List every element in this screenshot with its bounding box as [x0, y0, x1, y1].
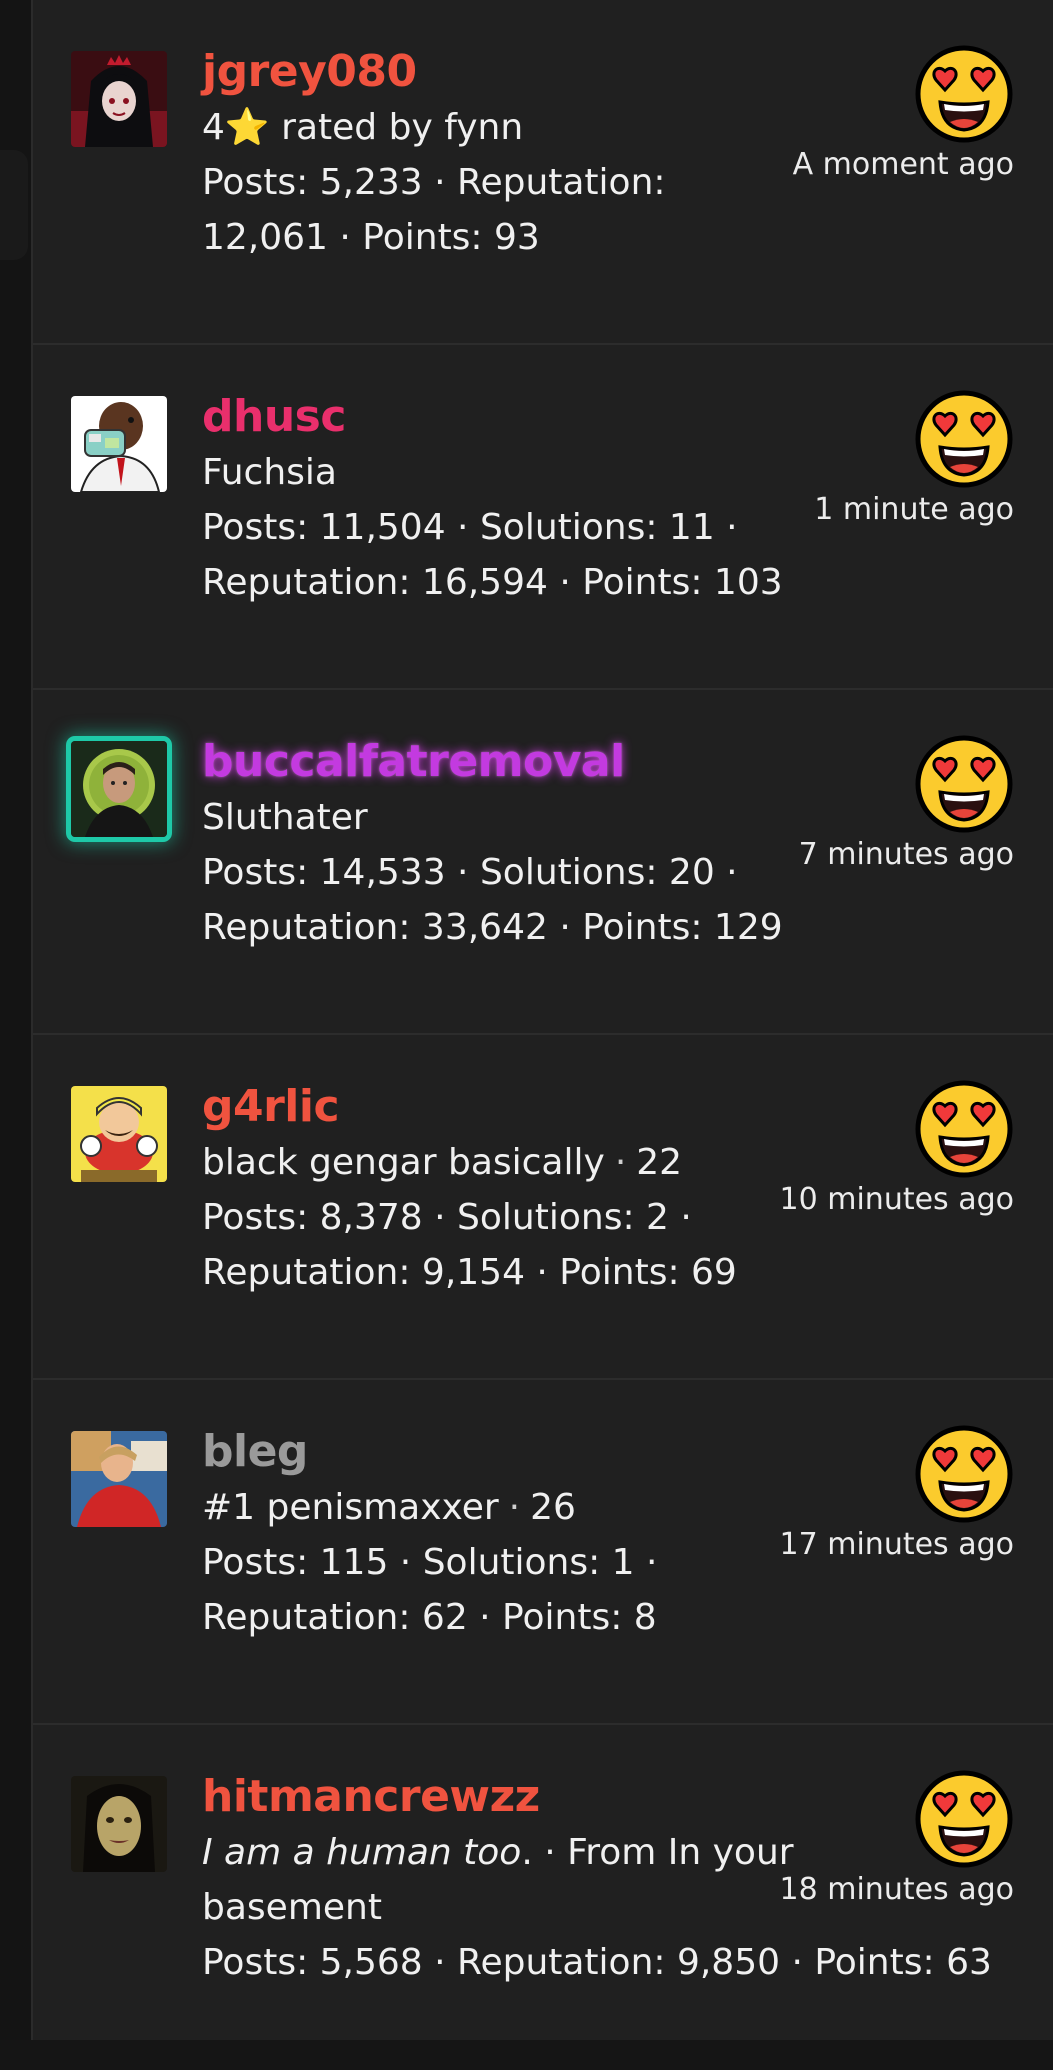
list-item: g4rlic black gengar basically · 22 Posts: …	[33, 1035, 1053, 1380]
user-title: #1 penismaxxer	[202, 1487, 499, 1528]
left-gutter	[0, 0, 31, 2040]
list-item: hitmancrewzz I am a human too. · From In…	[33, 1725, 1053, 2070]
stats-line: Posts: 8,378 · Solutions: 2 ·	[202, 1197, 692, 1238]
username-link[interactable]: bleg	[202, 1424, 802, 1480]
user-location-continued: basement	[202, 1887, 382, 1928]
timestamp[interactable]: 7 minutes ago	[754, 838, 1014, 872]
timestamp[interactable]: 18 minutes ago	[754, 1873, 1014, 1907]
member-info: jgrey080 4⭐ rated by fynn Posts: 5,233 ·…	[202, 44, 802, 265]
user-title: Sluthater	[202, 797, 368, 838]
list-item: bleg #1 penismaxxer · 26 Posts: 115 · Solu…	[33, 1380, 1053, 1725]
user-title-line: #1 penismaxxer · 26	[202, 1480, 802, 1535]
heart-eyes-emoji-icon	[914, 1769, 1014, 1869]
username-link[interactable]: g4rlic	[202, 1079, 802, 1135]
list-item: jgrey080 4⭐ rated by fynn Posts: 5,233 ·…	[33, 0, 1053, 345]
user-age: 22	[636, 1142, 683, 1183]
reaction-column: 7 minutes ago	[754, 734, 1014, 872]
heart-eyes-emoji-icon	[914, 389, 1014, 489]
rating-line: 4⭐ rated by fynn	[202, 100, 802, 155]
user-title: I am a human too	[202, 1832, 522, 1873]
separator-dot: ·	[614, 1142, 627, 1183]
avatar[interactable]	[71, 51, 167, 147]
user-title-line: I am a human too. · From In your	[202, 1825, 802, 1880]
star-icon: ⭐	[224, 107, 270, 148]
stats-line: Reputation: 62 · Points: 8	[202, 1597, 657, 1638]
reaction-column: 17 minutes ago	[754, 1424, 1014, 1562]
list-item: buccalfatremoval Sluthater Posts: 14,533…	[33, 690, 1053, 1035]
user-location: . · From In your	[521, 1832, 794, 1873]
member-info: dhusc Fuchsia Posts: 11,504 · Solutions:…	[202, 389, 802, 610]
user-title: Fuchsia	[202, 452, 337, 493]
reaction-column: 10 minutes ago	[754, 1079, 1014, 1217]
stats-line: Posts: 14,533 · Solutions: 20 ·	[202, 852, 738, 893]
stats-line: Posts: 11,504 · Solutions: 11 ·	[202, 507, 738, 548]
member-info: g4rlic black gengar basically · 22 Posts: …	[202, 1079, 802, 1300]
rating-text: rated by fynn	[269, 107, 524, 148]
stats-line: 12,061 · Points: 93	[202, 217, 540, 258]
member-activity-list: jgrey080 4⭐ rated by fynn Posts: 5,233 ·…	[31, 0, 1053, 2040]
rating-value: 4	[202, 107, 225, 148]
username-link[interactable]: dhusc	[202, 389, 802, 445]
avatar[interactable]	[71, 1776, 167, 1872]
timestamp[interactable]: 10 minutes ago	[754, 1183, 1014, 1217]
stats-line: Reputation: 16,594 · Points: 103	[202, 562, 783, 603]
heart-eyes-emoji-icon	[914, 734, 1014, 834]
stats-line: Posts: 115 · Solutions: 1 ·	[202, 1542, 658, 1583]
stats-line: Reputation: 9,154 · Points: 69	[202, 1252, 737, 1293]
reaction-column: A moment ago	[754, 44, 1014, 182]
timestamp[interactable]: 17 minutes ago	[754, 1528, 1014, 1562]
stats-line: Reputation: 33,642 · Points: 129	[202, 907, 783, 948]
list-item: dhusc Fuchsia Posts: 11,504 · Solutions:…	[33, 345, 1053, 690]
heart-eyes-emoji-icon	[914, 1079, 1014, 1179]
username-link[interactable]: buccalfatremoval	[202, 734, 802, 790]
timestamp[interactable]: 1 minute ago	[754, 493, 1014, 527]
heart-eyes-emoji-icon	[914, 44, 1014, 144]
stats-line: Posts: 5,568 · Reputation: 9,850 · Point…	[202, 1942, 992, 1983]
stats-line: Posts: 5,233 · Reputation:	[202, 162, 666, 203]
reaction-column: 1 minute ago	[754, 389, 1014, 527]
member-info: bleg #1 penismaxxer · 26 Posts: 115 · Solu…	[202, 1424, 802, 1645]
username-link[interactable]: hitmancrewzz	[202, 1769, 802, 1825]
separator-dot: ·	[508, 1487, 521, 1528]
avatar[interactable]	[71, 1431, 167, 1527]
reaction-column: 18 minutes ago	[754, 1769, 1014, 1907]
avatar[interactable]	[71, 741, 167, 837]
gutter-edge-shadow	[0, 150, 28, 260]
member-info: hitmancrewzz I am a human too. · From In…	[202, 1769, 992, 1990]
user-title: black gengar basically	[202, 1142, 605, 1183]
timestamp[interactable]: A moment ago	[754, 148, 1014, 182]
member-info: buccalfatremoval Sluthater Posts: 14,533…	[202, 734, 802, 955]
avatar[interactable]	[71, 1086, 167, 1182]
user-title-line: black gengar basically · 22	[202, 1135, 802, 1190]
heart-eyes-emoji-icon	[914, 1424, 1014, 1524]
avatar[interactable]	[71, 396, 167, 492]
username-link[interactable]: jgrey080	[202, 44, 802, 100]
user-age: 26	[530, 1487, 576, 1528]
